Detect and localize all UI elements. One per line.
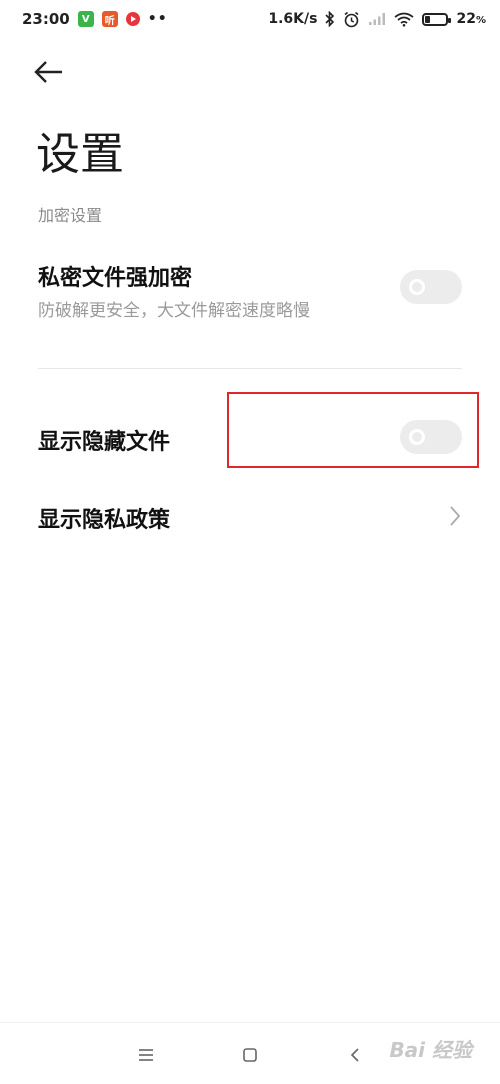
setting-title: 显示隐私政策 — [38, 508, 171, 533]
wifi-icon — [394, 10, 415, 28]
highlight-annotation-box — [227, 392, 479, 468]
divider — [38, 368, 462, 369]
battery-icon — [422, 12, 452, 26]
setting-title: 显示隐藏文件 — [38, 430, 171, 455]
signal-icon — [368, 10, 386, 28]
status-time: 23:00 — [22, 10, 70, 28]
status-bar: 23:00 V 听 •• 1.6K/s 22% — [0, 0, 500, 38]
chevron-right-icon — [450, 506, 461, 526]
nav-menu-button[interactable] — [134, 1043, 158, 1067]
page-title: 设置 — [36, 129, 124, 180]
battery-percent-value: 22 — [456, 11, 476, 27]
setting-title: 私密文件强加密 — [38, 266, 193, 291]
menu-icon — [139, 1049, 153, 1061]
bluetooth-icon — [325, 10, 335, 28]
section-label: 加密设置 — [38, 206, 103, 225]
more-notifications-icon: •• — [147, 11, 168, 27]
nav-home-button[interactable] — [238, 1043, 262, 1067]
network-speed: 1.6K/s — [268, 11, 318, 27]
video-app-icon — [125, 12, 140, 26]
setting-row-strong-encryption[interactable]: 私密文件强加密 防破解更安全，大文件解密速度略慢 — [0, 250, 500, 350]
listen-app-icon: 听 — [101, 11, 118, 27]
setting-row-show-privacy-policy[interactable]: 显示隐私政策 — [0, 480, 500, 556]
battery-level-fill — [425, 15, 430, 23]
toggle-knob — [409, 279, 425, 295]
battery-percent-sign: % — [475, 15, 486, 26]
alarm-icon — [343, 10, 360, 28]
nav-back-button[interactable] — [343, 1043, 367, 1067]
arrow-left-icon — [34, 61, 62, 83]
back-button[interactable] — [34, 56, 74, 88]
strong-encryption-toggle[interactable] — [400, 270, 462, 304]
square-home-icon — [243, 1048, 257, 1062]
chevron-left-icon — [350, 1048, 359, 1062]
status-right: 1.6K/s 22% — [268, 10, 486, 28]
battery-percent: 22% — [456, 11, 486, 27]
setting-subtitle: 防破解更安全，大文件解密速度略慢 — [38, 301, 310, 321]
watermark: Bai 经验 — [389, 1038, 472, 1062]
app-notification-icon: V — [77, 11, 94, 27]
status-left: 23:00 V 听 •• — [22, 10, 168, 28]
